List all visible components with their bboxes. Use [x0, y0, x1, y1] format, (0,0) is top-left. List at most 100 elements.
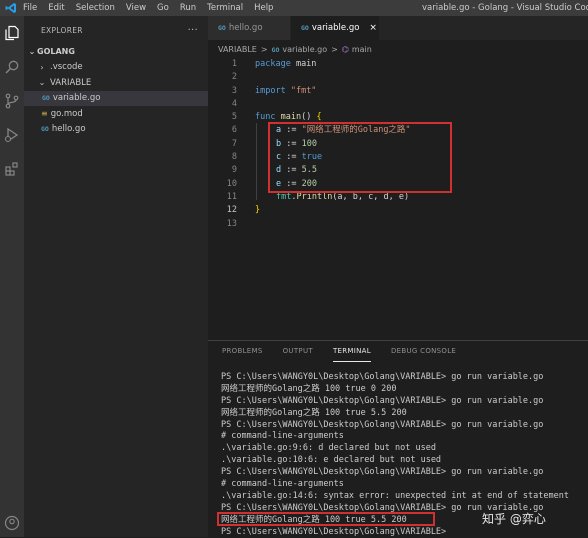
terminal-line: PS C:\Users\WANGY0L\Desktop\Golang\VARIA… — [221, 395, 544, 406]
line-number: 9 — [231, 165, 237, 176]
identifier: main — [290, 59, 317, 69]
line-number: 4 — [231, 98, 237, 109]
line-number: 3 — [231, 85, 237, 96]
breadcrumb-file[interactable]: variable.go — [282, 45, 327, 54]
menu-edit[interactable]: Edit — [48, 3, 64, 13]
line-number: 11 — [226, 191, 237, 202]
string-literal: "fmt" — [285, 85, 317, 96]
line-number: 7 — [231, 138, 237, 149]
explorer-panel: EXPLORER ··· ⌄ GOLANG › .vscode ⌄ VARIAB… — [24, 16, 208, 537]
tree-item-vscode[interactable]: › .vscode — [24, 60, 208, 76]
chevron-right-icon: › — [40, 62, 44, 72]
tree-item-label: VARIABLE — [50, 77, 92, 88]
watermark: 知乎 @弈心 — [482, 512, 546, 526]
menu-terminal[interactable]: Terminal — [207, 3, 243, 13]
brace: } — [255, 205, 261, 216]
keyword: import — [255, 85, 286, 96]
breadcrumb-symbol[interactable]: main — [352, 45, 372, 54]
terminal-line: .\variable.go:14:6: syntax error: unexpe… — [221, 490, 569, 501]
line-number: 12 — [226, 205, 237, 216]
editor-tabs: GO hello.go GO variable.go × — [208, 16, 588, 40]
workspace-root[interactable]: ⌄ GOLANG — [24, 44, 208, 60]
menu-run[interactable]: Run — [180, 3, 196, 13]
arguments: (a, b, c, d, e) — [332, 191, 410, 202]
go-file-icon: GO — [301, 24, 309, 32]
code-line: 12} — [208, 204, 588, 217]
code-line: 2 — [208, 71, 588, 84]
line-number: 13 — [226, 218, 237, 229]
breadcrumb: VARIABLE > GO variable.go > ⌬ main — [218, 43, 372, 56]
code-line: 13 — [208, 218, 588, 231]
tree-item-label: .vscode — [50, 62, 83, 73]
tab-variable-go[interactable]: GO variable.go × — [291, 16, 380, 40]
tree-item-go-mod[interactable]: ≡ go.mod — [24, 106, 208, 122]
code-line: 4 — [208, 98, 588, 111]
tree-item-variable-folder[interactable]: ⌄ VARIABLE — [24, 75, 208, 91]
window-title: variable.go - Golang - Visual Studio Cod… — [422, 3, 588, 13]
tab-debug-console[interactable]: DEBUG CONSOLE — [391, 347, 456, 361]
terminal-line: PS C:\Users\WANGY0L\Desktop\Golang\VARIA… — [221, 467, 544, 478]
chevron-down-icon: ⌄ — [28, 47, 36, 57]
tab-label: hello.go — [228, 23, 263, 33]
extensions-icon[interactable] — [3, 160, 21, 178]
tree-item-label: hello.go — [51, 124, 86, 135]
package-name: fmt — [276, 191, 292, 202]
title-bar: File Edit Selection View Go Run Terminal… — [0, 0, 588, 16]
workspace-root-label: GOLANG — [37, 47, 75, 57]
line-number: 2 — [231, 72, 237, 83]
tab-hello-go[interactable]: GO hello.go — [208, 16, 291, 40]
activity-bar — [0, 16, 24, 537]
tab-problems[interactable]: PROBLEMS — [222, 347, 263, 361]
go-file-icon: GO — [218, 24, 226, 32]
chevron-down-icon: ⌄ — [38, 78, 46, 88]
code-line: 1 package main — [208, 58, 588, 71]
terminal-line: # command-line-arguments — [221, 431, 344, 442]
panel-tabs: PROBLEMS OUTPUT TERMINAL DEBUG CONSOLE — [222, 347, 476, 362]
brace: { — [316, 112, 322, 123]
menu-help[interactable]: Help — [254, 3, 273, 13]
menu-file[interactable]: File — [23, 3, 37, 13]
tree-item-variable-go[interactable]: GO variable.go — [24, 90, 208, 106]
line-number: 10 — [226, 178, 237, 189]
terminal-line: PS C:\Users\WANGY0L\Desktop\Golang\VARIA… — [221, 526, 452, 537]
line-number: 6 — [231, 125, 237, 136]
keyword: package — [255, 59, 291, 69]
go-file-icon: GO — [42, 94, 50, 103]
go-file-icon: GO — [271, 45, 280, 54]
terminal-line: # command-line-arguments — [221, 479, 344, 490]
go-mod-file-icon: ≡ — [41, 109, 48, 119]
search-icon[interactable] — [3, 58, 21, 76]
line-number: 5 — [231, 112, 237, 123]
tab-output[interactable]: OUTPUT — [283, 347, 313, 361]
line-number: 1 — [231, 59, 237, 69]
run-debug-icon[interactable] — [3, 126, 21, 144]
menu-view[interactable]: View — [126, 3, 146, 13]
explorer-icon[interactable] — [3, 24, 21, 42]
terminal-line: PS C:\Users\WANGY0L\Desktop\Golang\VARIA… — [221, 372, 544, 382]
breadcrumb-separator: > — [260, 45, 268, 54]
menu-selection[interactable]: Selection — [76, 3, 115, 13]
function-name: Println — [296, 191, 333, 202]
tree-item-hello-go[interactable]: GO hello.go — [24, 122, 208, 138]
source-control-icon[interactable] — [3, 92, 21, 110]
close-icon[interactable]: × — [369, 23, 377, 33]
tree-item-label: variable.go — [52, 93, 101, 104]
highlight-box — [217, 512, 435, 526]
tab-terminal[interactable]: TERMINAL — [332, 347, 371, 362]
breadcrumb-folder[interactable]: VARIABLE — [218, 45, 257, 54]
highlight-box — [268, 122, 452, 193]
tree-item-label: go.mod — [50, 108, 83, 119]
menu-bar: File Edit Selection View Go Run Terminal… — [23, 3, 284, 13]
explorer-title: EXPLORER — [41, 25, 83, 35]
vscode-logo-icon — [4, 1, 18, 15]
terminal-line: .\variable.go:10:6: e declared but not u… — [221, 455, 442, 466]
menu-go[interactable]: Go — [157, 3, 169, 13]
more-actions-icon[interactable]: ··· — [188, 25, 198, 36]
symbol-method-icon: ⌬ — [341, 45, 349, 54]
punctuation: () — [301, 112, 317, 123]
breadcrumb-separator: > — [331, 45, 338, 54]
tab-label: variable.go — [311, 23, 360, 33]
terminal-line: 网络工程师的Golang之路 100 true 0 200 — [221, 383, 397, 394]
go-file-icon: GO — [41, 125, 49, 134]
account-icon[interactable] — [3, 514, 21, 532]
